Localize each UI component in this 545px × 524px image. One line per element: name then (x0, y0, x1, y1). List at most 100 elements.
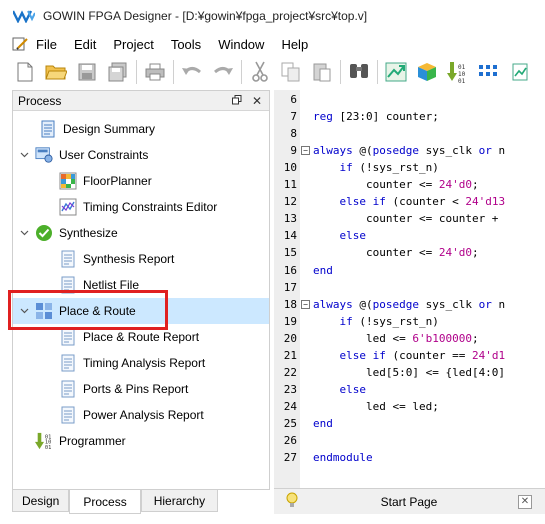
code-text: counter <= 24'd0; (313, 246, 479, 260)
float-panel-icon[interactable] (229, 94, 245, 108)
menu-window[interactable]: Window (218, 37, 264, 52)
cut-icon[interactable] (249, 61, 271, 83)
code-line[interactable]: 8 (274, 125, 545, 142)
code-line[interactable]: 25 end (274, 415, 545, 432)
tree-item-label: Place & Route Report (83, 330, 200, 344)
code-line[interactable]: 22 led[5:0] <= {led[4:0] (274, 364, 545, 381)
code-line[interactable]: 9− always @(posedge sys_clk or n (274, 142, 545, 159)
code-text: if (!sys_rst_n) (339, 314, 439, 328)
code-line[interactable]: 17 (274, 279, 545, 296)
line-number: 25 (283, 416, 297, 430)
tab-process[interactable]: Process (69, 490, 141, 514)
line-number: 12 (283, 195, 297, 209)
open-folder-icon[interactable] (45, 61, 67, 83)
find-icon[interactable] (348, 61, 370, 83)
tree-item-label: Programmer (59, 434, 126, 448)
tree-item-timing-analysis-report[interactable]: Timing Analysis Report (13, 350, 269, 376)
toolbar-separator (173, 60, 174, 84)
code-line[interactable]: 19 if (!sys_rst_n) (274, 313, 545, 330)
menu-edit[interactable]: Edit (74, 37, 96, 52)
line-number: 22 (283, 365, 297, 379)
line-number: 24 (283, 399, 297, 413)
line-number: 19 (283, 314, 297, 328)
toolbar: 01 10 01 (0, 56, 545, 88)
code-editor[interactable]: 6 7 reg [23:0] counter; 8 9− always @(posedge… (274, 90, 545, 488)
close-icon[interactable]: ✕ (518, 494, 532, 509)
code-line[interactable]: 26 (274, 432, 545, 449)
code-line[interactable]: 24 led <= led; (274, 398, 545, 415)
code-line[interactable]: 16 end (274, 262, 545, 279)
line-number: 13 (283, 212, 297, 226)
chevron-down-icon[interactable] (17, 228, 31, 239)
print-icon[interactable] (144, 61, 166, 83)
tab-design[interactable]: Design (12, 490, 70, 512)
line-number: 7 (290, 110, 297, 124)
tree-item-floorplanner[interactable]: FloorPlanner (13, 168, 269, 194)
program-icon[interactable]: 01 10 01 (447, 61, 469, 83)
code-text: counter <= 24'd0; (313, 178, 479, 192)
line-number: 9 (290, 144, 297, 158)
run-icon[interactable] (385, 61, 407, 83)
undo-icon[interactable] (181, 61, 203, 83)
tree-item-power-analysis-report[interactable]: Power Analysis Report (13, 402, 269, 428)
tree-item-timing-constraints-editor[interactable]: Timing Constraints Editor (13, 194, 269, 220)
menu-bar: File Edit Project Tools Window Help (0, 32, 545, 56)
code-text: end (313, 416, 333, 430)
save-icon[interactable] (76, 61, 98, 83)
tree-item-programmer[interactable]: 01 10 01 Programmer (13, 428, 269, 454)
code-line[interactable]: 6 (274, 91, 545, 108)
chevron-down-icon[interactable] (17, 150, 31, 161)
code-line[interactable]: 12 else if (counter < 24'd13 (274, 193, 545, 210)
code-line[interactable]: 14 else (274, 227, 545, 244)
new-file-icon[interactable] (14, 61, 36, 83)
code-line[interactable]: 20 led <= 6'b100000; (274, 330, 545, 347)
code-line[interactable]: 15 counter <= 24'd0; (274, 244, 545, 261)
menu-project[interactable]: Project (113, 37, 153, 52)
package-icon[interactable] (416, 61, 438, 83)
copy-icon[interactable] (280, 61, 302, 83)
code-line[interactable]: 11 counter <= 24'd0; (274, 176, 545, 193)
save-all-icon[interactable] (107, 61, 129, 83)
code-text: always @(posedge sys_clk or n (313, 297, 506, 311)
code-text: led[5:0] <= {led[4:0] (313, 365, 506, 379)
tree-item-user-constraints[interactable]: User Constraints (13, 142, 269, 168)
tree-item-ports-pins-report[interactable]: Ports & Pins Report (13, 376, 269, 402)
start-page-tab[interactable]: Start Page (300, 495, 518, 509)
code-line[interactable]: 18− always @(posedge sys_clk or n (274, 296, 545, 313)
menu-file[interactable]: File (36, 37, 57, 52)
process-panel-header: Process ✕ (13, 91, 269, 111)
code-line[interactable]: 10 if (!sys_rst_n) (274, 159, 545, 176)
tree-item-design-summary[interactable]: Design Summary (13, 116, 269, 142)
menu-tools[interactable]: Tools (171, 37, 201, 52)
code-line[interactable]: 27 endmodule (274, 449, 545, 466)
menu-help[interactable]: Help (281, 37, 308, 52)
tree-item-synthesize[interactable]: Synthesize (13, 220, 269, 246)
tab-hierarchy[interactable]: Hierarchy (140, 490, 219, 512)
chart-icon[interactable] (509, 61, 531, 83)
paste-icon[interactable] (311, 61, 333, 83)
redo-icon[interactable] (212, 61, 234, 83)
fold-toggle-icon[interactable]: − (301, 146, 310, 156)
line-number: 27 (283, 451, 297, 465)
svg-text:10: 10 (458, 71, 466, 78)
tree-item-label: Ports & Pins Report (83, 382, 189, 396)
fold-toggle-icon[interactable]: − (301, 299, 310, 309)
app-menu-icon[interactable] (12, 36, 28, 52)
code-line[interactable]: 7 reg [23:0] counter; (274, 108, 545, 125)
tree-item-synthesis-report[interactable]: Synthesis Report (13, 246, 269, 272)
code-line[interactable]: 21 else if (counter == 24'd1 (274, 347, 545, 364)
line-number: 21 (283, 348, 297, 362)
gowin-logo-icon (13, 10, 35, 23)
code-line[interactable]: 23 else (274, 381, 545, 398)
line-number: 26 (283, 434, 297, 447)
line-number: 20 (283, 331, 297, 345)
line-number: 23 (283, 382, 297, 396)
line-number: 15 (283, 246, 297, 260)
programmer-icon: 01 10 01 (35, 432, 53, 451)
line-number: 17 (283, 280, 297, 294)
grid-icon[interactable] (478, 61, 500, 83)
code-line[interactable]: 13 counter <= counter + (274, 210, 545, 227)
line-number: 10 (283, 161, 297, 175)
close-panel-icon[interactable]: ✕ (249, 94, 265, 108)
toolbar-separator (377, 60, 378, 84)
